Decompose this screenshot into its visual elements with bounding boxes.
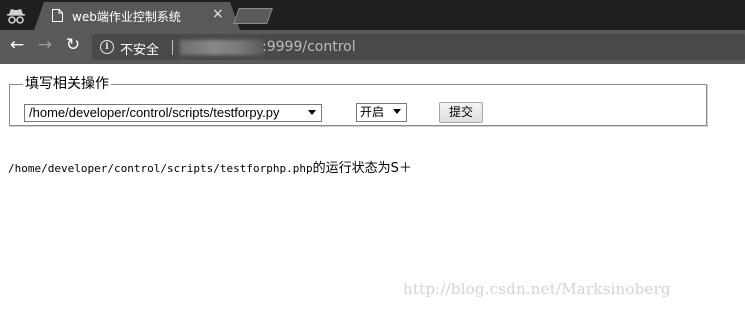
status-message: 的运行状态为S＋: [312, 161, 412, 176]
page-icon: [52, 9, 63, 22]
address-bar[interactable]: i 不安全 :9999/control: [92, 34, 745, 60]
new-tab-button[interactable]: [233, 8, 273, 24]
browser-toolbar: ← → ↻ i 不安全 :9999/control: [0, 30, 745, 64]
tab-title: web端作业控制系统: [72, 10, 181, 24]
page-content: 填写相关操作: [0, 64, 745, 309]
chevron-down-icon: [308, 110, 316, 115]
watermark: http://blog.csdn.net/Marksinoberg: [403, 280, 671, 298]
omnibox-divider: [172, 40, 173, 55]
forward-icon[interactable]: →: [34, 35, 56, 55]
back-icon[interactable]: ←: [6, 35, 28, 55]
url-text[interactable]: :9999/control: [262, 39, 356, 55]
status-path: /home/developer/control/scripts/testforp…: [8, 162, 313, 175]
close-tab-icon[interactable]: ×: [212, 6, 224, 22]
reload-icon[interactable]: ↻: [62, 35, 84, 55]
security-indicator[interactable]: 不安全: [120, 39, 159, 58]
incognito-icon: [7, 9, 25, 24]
state-select[interactable]: 开启: [356, 103, 407, 122]
chevron-down-icon: [393, 109, 401, 114]
state-select-value: 开启: [360, 105, 385, 119]
status-line: /home/developer/control/scripts/testforp…: [8, 157, 412, 176]
info-icon[interactable]: i: [100, 40, 114, 54]
script-select[interactable]: /home/developer/control/scripts/testforp…: [24, 104, 322, 122]
redacted-host: [180, 40, 264, 55]
fieldset-legend: 填写相关操作: [25, 76, 109, 92]
tab-strip: web端作业控制系统 ×: [0, 0, 745, 30]
submit-button[interactable]: 提交: [439, 102, 483, 123]
script-select-value: /home/developer/control/scripts/testforp…: [29, 105, 280, 120]
active-tab[interactable]: web端作业控制系统 ×: [34, 2, 240, 30]
